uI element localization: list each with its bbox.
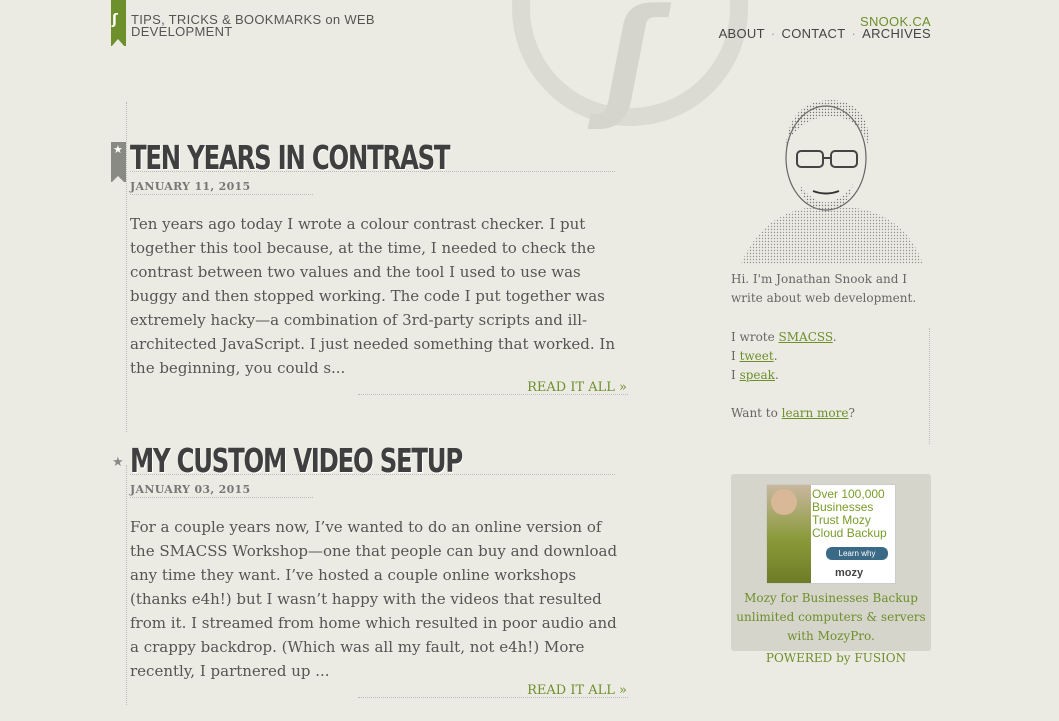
- speak-line: I speak.: [731, 368, 779, 382]
- tweet-line: I tweet.: [731, 349, 778, 363]
- post-ten-years: ★ TEN YEARS IN CONTRAST JANUARY 11, 2015…: [111, 102, 631, 432]
- ad-person-head: [771, 489, 797, 515]
- author-portrait: [741, 100, 923, 264]
- ad-learn-why-button[interactable]: Learn why: [826, 547, 888, 560]
- post-date: JANUARY 11, 2015: [130, 180, 251, 193]
- nav-separator: ·: [770, 26, 776, 41]
- read-more-link[interactable]: READ IT ALL »: [527, 683, 627, 698]
- title-divider: [130, 474, 615, 475]
- date-divider: [130, 194, 313, 195]
- smacss-line: I wrote SMACSS.: [731, 330, 837, 344]
- nav-contact[interactable]: CONTACT: [782, 26, 846, 41]
- star-icon: ★: [113, 143, 123, 156]
- star-icon: ★: [112, 455, 124, 470]
- site-tagline: TIPS, TRICKS & BOOKMARKS on WEB DEVELOPM…: [131, 12, 375, 39]
- powered-by-fusion[interactable]: POWERED by FUSION: [731, 651, 941, 665]
- date-divider: [130, 497, 313, 498]
- read-more-link[interactable]: READ IT ALL »: [527, 380, 627, 395]
- author-links: I wrote SMACSS. I tweet. I speak. Want t…: [731, 328, 931, 423]
- ad-brand-logo: mozy: [835, 567, 864, 579]
- post-vertical-rule: [126, 465, 127, 705]
- title-divider: [130, 171, 615, 172]
- logo-s-icon: ʃ: [112, 12, 118, 28]
- post-excerpt: For a couple years now, I’ve wanted to d…: [130, 518, 618, 680]
- background-logo-s-icon: ʃ: [604, 0, 658, 132]
- sponsor-ad[interactable]: Over 100,000 Businesses Trust Mozy Cloud…: [731, 474, 931, 651]
- featured-ribbon: ★: [111, 142, 126, 183]
- post-video-setup: ★ MY CUSTOM VIDEO SETUP JANUARY 03, 2015…: [111, 441, 631, 715]
- post-date: JANUARY 03, 2015: [130, 483, 251, 496]
- sidebar-vertical-rule: [929, 328, 930, 444]
- post-excerpt: Ten years ago today I wrote a colour con…: [130, 215, 616, 377]
- tweet-link[interactable]: tweet: [740, 349, 774, 363]
- learn-more-line: Want to learn more?: [731, 406, 855, 420]
- speak-link[interactable]: speak: [740, 368, 775, 382]
- ad-photo: [767, 485, 811, 583]
- post-vertical-rule: [126, 102, 127, 432]
- learn-more-link[interactable]: learn more: [782, 406, 849, 420]
- author-intro: Hi. I'm Jonathan Snook and I write about…: [731, 272, 917, 305]
- nav-separator: ·: [851, 26, 857, 41]
- ad-copy[interactable]: Mozy for Businesses Backup unlimited com…: [731, 589, 931, 646]
- nav-archives[interactable]: ARCHIVES: [862, 26, 931, 41]
- nav-about[interactable]: ABOUT: [719, 26, 765, 41]
- ad-banner-text: Over 100,000 Businesses Trust Mozy Cloud…: [812, 487, 887, 540]
- ad-banner-image[interactable]: Over 100,000 Businesses Trust Mozy Cloud…: [766, 484, 896, 584]
- smacss-link[interactable]: SMACSS: [779, 330, 833, 344]
- main-nav: ABOUT · CONTACT · ARCHIVES: [719, 26, 931, 41]
